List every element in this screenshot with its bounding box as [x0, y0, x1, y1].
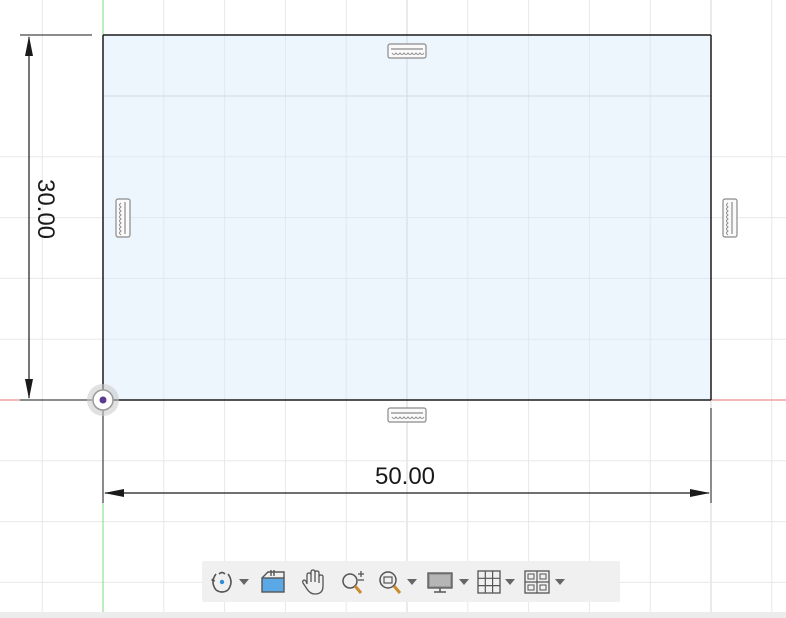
display-settings-dropdown-caret[interactable]: [458, 566, 470, 598]
dimension-width-value[interactable]: 50.00: [375, 463, 435, 490]
display-settings-icon[interactable]: [422, 566, 458, 598]
look-at-icon[interactable]: [254, 566, 292, 598]
zoom-icon[interactable]: [334, 566, 372, 598]
vertical-constraint-icon[interactable]: [115, 198, 131, 238]
arrowhead: [104, 489, 124, 497]
fit-zoom-window-icon[interactable]: [374, 566, 406, 598]
zoom-dropdown-caret[interactable]: [406, 566, 418, 598]
sketch-canvas[interactable]: 30.00 50.00: [0, 0, 786, 618]
viewports-dropdown-caret[interactable]: [554, 566, 566, 598]
arrowhead: [25, 36, 33, 56]
vertical-constraint-icon[interactable]: [722, 198, 738, 238]
horizontal-constraint-icon[interactable]: [387, 43, 427, 59]
arrowhead: [25, 379, 33, 399]
origin-point[interactable]: [87, 384, 119, 416]
arrowhead: [690, 489, 710, 497]
grid-dropdown-caret[interactable]: [504, 566, 516, 598]
pan-hand-icon[interactable]: [294, 566, 332, 598]
horizontal-constraint-icon[interactable]: [387, 407, 427, 423]
grid-snap-icon[interactable]: [474, 566, 504, 598]
orbit-dropdown-caret[interactable]: [238, 566, 250, 598]
dimension-height-value[interactable]: 30.00: [32, 179, 59, 239]
viewports-icon[interactable]: [520, 566, 554, 598]
navigation-toolbar: [202, 561, 620, 602]
orbit-icon[interactable]: [206, 566, 238, 598]
viewport-bottom-strip: [0, 612, 786, 618]
